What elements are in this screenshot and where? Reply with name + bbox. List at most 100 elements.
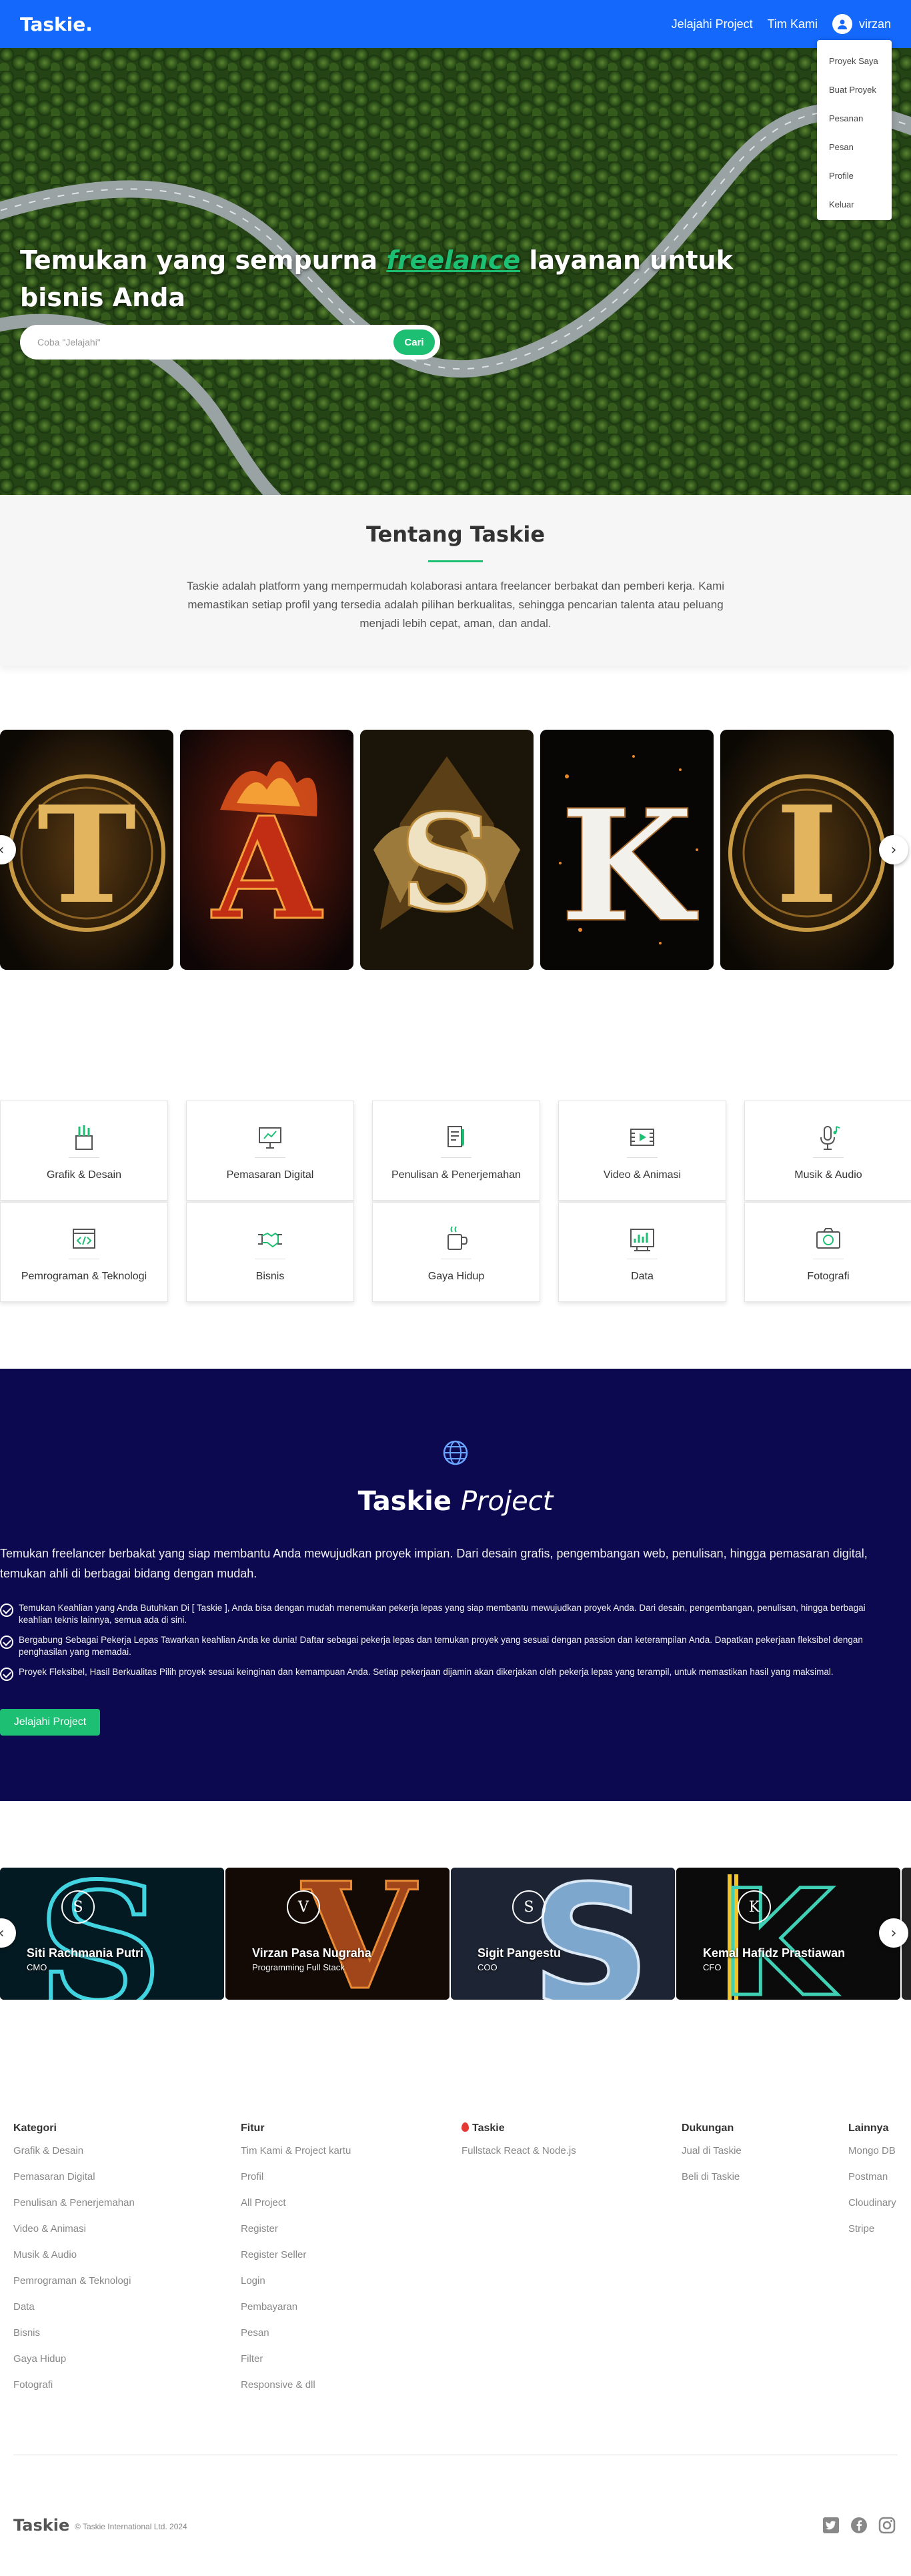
nav-link-team[interactable]: Tim Kami xyxy=(768,17,818,31)
team-member-role: Programming Full Stack xyxy=(252,1962,345,1972)
footer-link[interactable]: Data xyxy=(13,2301,135,2327)
username: virzan xyxy=(858,17,891,31)
letter-glyph: T xyxy=(37,777,137,934)
footer-link[interactable]: Bisnis xyxy=(13,2327,135,2353)
category-label: Gaya Hidup xyxy=(427,1271,485,1282)
dropdown-item-proyek-saya[interactable]: Proyek Saya xyxy=(817,47,892,75)
carousel-next-button[interactable]: › xyxy=(879,835,908,864)
footer-link[interactable]: Jual di Taskie xyxy=(682,2145,742,2171)
footer-link[interactable]: Gaya Hidup xyxy=(13,2353,135,2379)
globe-icon xyxy=(443,1440,468,1465)
team-card[interactable]: V V Virzan Pasa Nugraha Programming Full… xyxy=(225,1868,449,2000)
letter-image: T xyxy=(0,730,173,970)
team-member-name: Kemal Hafidz Prastiawan xyxy=(703,1946,846,1960)
dropdown-item-keluar[interactable]: Keluar xyxy=(817,190,892,219)
about-text: Taskie adalah platform yang mempermudah … xyxy=(186,580,725,630)
instagram-icon[interactable] xyxy=(878,2516,896,2535)
category-card-video[interactable]: Video & Animasi xyxy=(558,1101,726,1201)
footer-column-kategori: Kategori Grafik & Desain Pemasaran Digit… xyxy=(13,2122,135,2405)
coffee-icon xyxy=(447,1226,468,1250)
nav-link-explore[interactable]: Jelajahi Project xyxy=(672,17,753,31)
footer-link[interactable]: Video & Animasi xyxy=(13,2223,135,2249)
category-card-fotografi[interactable]: Fotografi xyxy=(744,1202,911,1302)
team-card-badge: S xyxy=(61,1890,95,1924)
footer-brand[interactable]: Taskie xyxy=(13,2516,69,2535)
logo[interactable]: Taskie. xyxy=(20,13,93,35)
category-card-gaya-hidup[interactable]: Gaya Hidup xyxy=(372,1202,540,1302)
footer-link[interactable]: Musik & Audio xyxy=(13,2249,135,2275)
twitter-icon[interactable] xyxy=(822,2516,840,2535)
film-icon xyxy=(630,1129,654,1146)
footer-link[interactable]: Fullstack React & Node.js xyxy=(462,2145,576,2171)
dropdown-item-buat-proyek[interactable]: Buat Proyek xyxy=(817,75,892,104)
footer-link[interactable]: Fotografi xyxy=(13,2379,135,2405)
letter-tile[interactable]: T xyxy=(0,730,173,970)
footer-link[interactable]: Pesan xyxy=(241,2327,351,2353)
dropdown-item-pesanan[interactable]: Pesanan xyxy=(817,104,892,133)
category-label: Penulisan & Penerjemahan xyxy=(391,1169,521,1181)
footer-link[interactable]: Cloudinary xyxy=(848,2197,896,2223)
category-card-musik[interactable]: Musik & Audio xyxy=(744,1101,911,1201)
footer-link[interactable]: Profil xyxy=(241,2171,351,2197)
footer-column-title: Kategori xyxy=(13,2122,57,2134)
project-point: Proyek Fleksibel, Hasil Berkualitas Pili… xyxy=(0,1666,894,1681)
team-next-button[interactable]: › xyxy=(879,1918,908,1948)
letter-tile[interactable]: S xyxy=(360,730,534,970)
footer-column-dukungan: Dukungan Jual di Taskie Beli di Taskie xyxy=(682,2122,742,2197)
project-section: Taskie Project Temukan freelancer berbak… xyxy=(0,1369,911,1801)
footer-link[interactable]: Pemasaran Digital xyxy=(13,2171,135,2197)
category-label: Pemrograman & Teknologi xyxy=(21,1271,147,1282)
category-card-penulisan[interactable]: Penulisan & Penerjemahan xyxy=(372,1101,540,1201)
team-card[interactable]: K K Kemal Hafidz Prastiawan CFO xyxy=(676,1868,900,2000)
footer-column-title-text: Taskie xyxy=(472,2122,505,2134)
card-divider xyxy=(627,1157,658,1158)
chevron-left-icon: ‹ xyxy=(0,1925,4,1942)
search-input[interactable] xyxy=(37,337,393,348)
footer-link[interactable]: Register xyxy=(241,2223,351,2249)
user-menu[interactable]: virzan xyxy=(832,14,891,34)
copyright: © Taskie International Ltd. 2024 xyxy=(75,2522,187,2531)
team-card-letter: S xyxy=(531,1868,651,2000)
footer-link[interactable]: Stripe xyxy=(848,2223,896,2249)
category-card-bisnis[interactable]: Bisnis xyxy=(186,1202,354,1302)
letter-tile[interactable]: K xyxy=(540,730,714,970)
footer-link[interactable]: Grafik & Desain xyxy=(13,2145,135,2171)
footer-column-taskie: Taskie Fullstack React & Node.js xyxy=(462,2122,576,2171)
footer-link[interactable]: Tim Kami & Project kartu xyxy=(241,2145,351,2171)
dropdown-item-profile[interactable]: Profile xyxy=(817,161,892,190)
footer-link[interactable]: Mongo DB xyxy=(848,2145,896,2171)
category-card-pemrograman[interactable]: Pemrograman & Teknologi xyxy=(0,1202,168,1302)
letter-tile[interactable]: I xyxy=(720,730,894,970)
team-card-image: K xyxy=(676,1868,900,2000)
search-button[interactable]: Cari xyxy=(393,330,435,355)
footer-link[interactable]: Register Seller xyxy=(241,2249,351,2275)
category-card-grafik[interactable]: Grafik & Desain xyxy=(0,1101,168,1201)
team-card[interactable]: S S Siti Rachmania Putri CMO xyxy=(0,1868,224,2000)
category-card-data[interactable]: Data xyxy=(558,1202,726,1302)
footer-link[interactable]: Pemrograman & Teknologi xyxy=(13,2275,135,2301)
project-point-text: Temukan Keahlian yang Anda Butuhkan Di [… xyxy=(19,1603,866,1625)
team-member-role: CFO xyxy=(703,1962,722,1972)
project-point-text: Proyek Fleksibel, Hasil Berkualitas Pili… xyxy=(19,1667,834,1677)
footer-link[interactable]: All Project xyxy=(241,2197,351,2223)
card-divider xyxy=(69,1157,99,1158)
footer-link[interactable]: Beli di Taskie xyxy=(682,2171,742,2197)
hero-title: Temukan yang sempurna freelance layanan … xyxy=(20,241,787,316)
explore-project-button[interactable]: Jelajahi Project xyxy=(0,1709,100,1736)
letter-tile[interactable]: A xyxy=(180,730,353,970)
footer-link[interactable]: Postman xyxy=(848,2171,896,2197)
footer-link[interactable]: Responsive & dll xyxy=(241,2379,351,2405)
monitor-icon xyxy=(259,1127,281,1149)
footer-link[interactable]: Penulisan & Penerjemahan xyxy=(13,2197,135,2223)
category-card-pemasaran[interactable]: Pemasaran Digital xyxy=(186,1101,354,1201)
footer-link[interactable]: Filter xyxy=(241,2353,351,2379)
project-point: Bergabung Sebagai Pekerja Lepas Tawarkan… xyxy=(0,1634,894,1658)
footer-link[interactable]: Pembayaran xyxy=(241,2301,351,2327)
dropdown-item-pesan[interactable]: Pesan xyxy=(817,133,892,161)
facebook-icon[interactable] xyxy=(850,2516,868,2535)
team-card[interactable]: S S Sigit Pangestu COO xyxy=(451,1868,675,2000)
camera-icon xyxy=(816,1228,840,1249)
letter-glyph: A xyxy=(211,786,323,951)
check-circle-icon xyxy=(0,1603,13,1617)
footer-link[interactable]: Login xyxy=(241,2275,351,2301)
